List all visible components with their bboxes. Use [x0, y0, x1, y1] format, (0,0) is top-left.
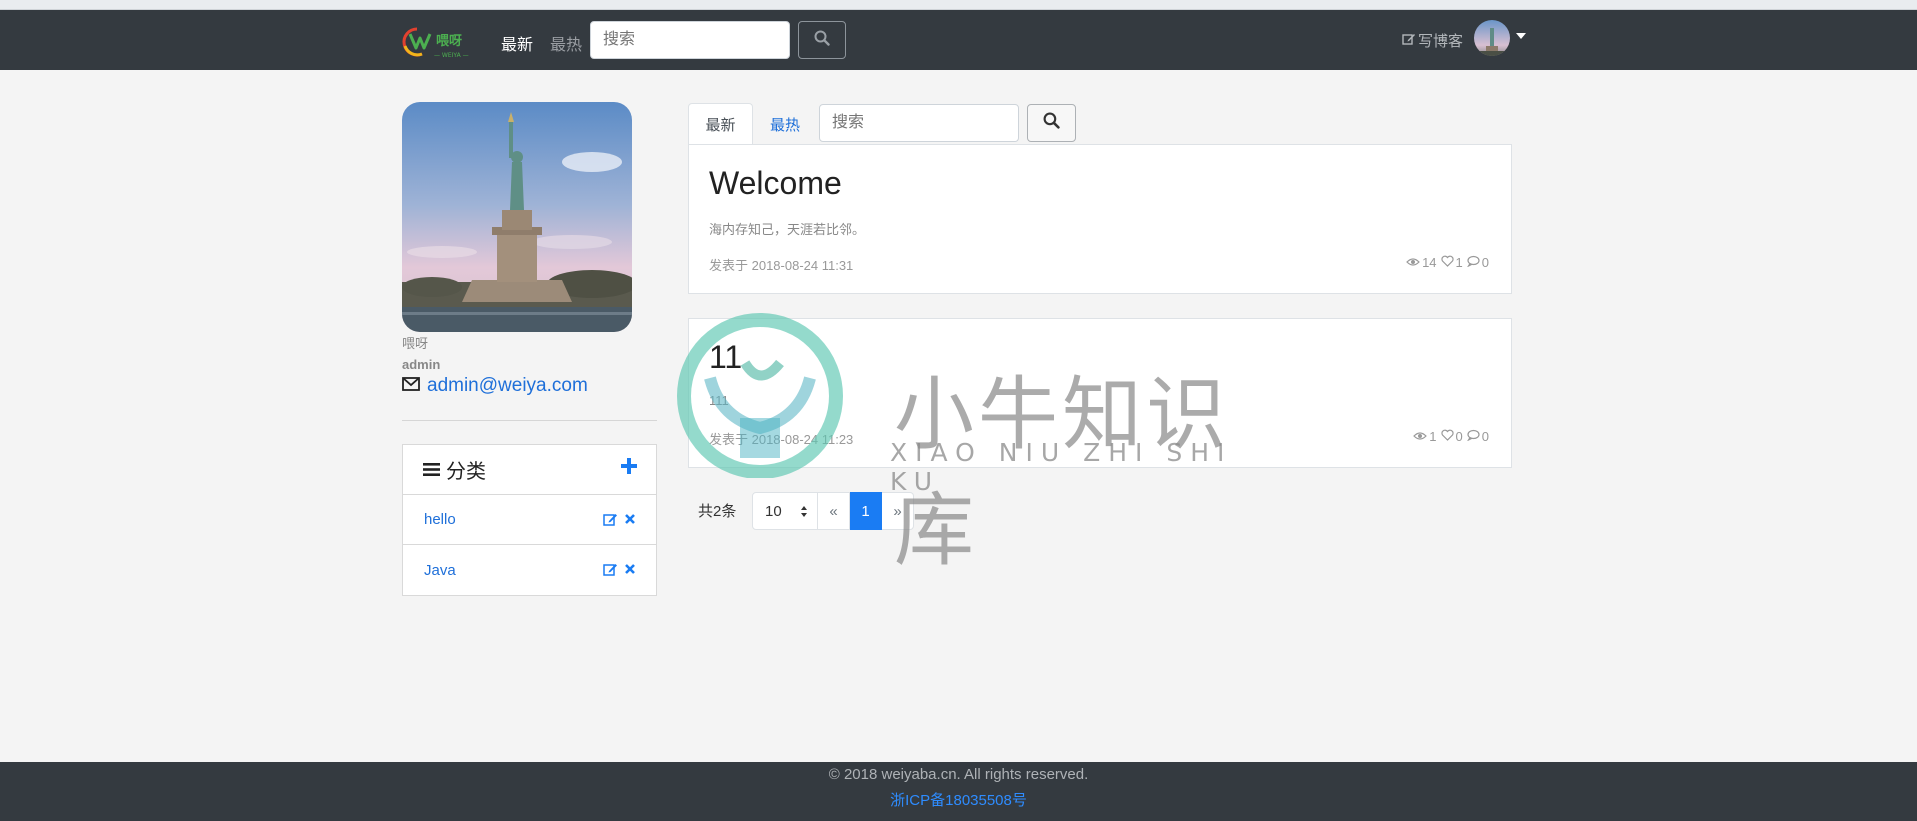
eye-icon	[1413, 429, 1428, 444]
like-count: 0	[1455, 429, 1463, 444]
heart-icon	[1440, 429, 1454, 444]
edit-icon[interactable]	[603, 512, 618, 530]
tab-new[interactable]: 最新	[688, 103, 753, 144]
sidebar-divider	[402, 420, 657, 421]
category-item-label[interactable]: Java	[424, 562, 456, 579]
post-excerpt: 111	[709, 393, 729, 408]
nav-search-button[interactable]	[798, 21, 846, 59]
plus-icon[interactable]	[620, 457, 638, 481]
heart-icon	[1440, 255, 1454, 270]
profile-email-row: admin@weiya.com	[402, 375, 588, 397]
category-title: 分类	[446, 461, 486, 483]
category-header: 分类	[403, 445, 656, 495]
post-stats: 1 0 0	[1413, 429, 1491, 444]
profile-email[interactable]: admin@weiya.com	[427, 375, 588, 397]
caret-down-icon[interactable]	[1516, 33, 1526, 39]
nav-tab-new[interactable]: 最新	[501, 31, 533, 55]
category-item[interactable]: hello	[403, 495, 656, 545]
like-count: 1	[1455, 255, 1463, 270]
browser-top-strip	[0, 0, 1917, 10]
footer-copyright: © 2018 weiyaba.cn. All rights reserved.	[828, 766, 1089, 783]
user-avatar[interactable]	[1474, 20, 1510, 56]
write-blog-link[interactable]: 写博客	[1402, 30, 1463, 51]
post-search-button[interactable]	[1027, 104, 1076, 142]
post-date: 发表于 2018-08-24 11:31	[709, 258, 854, 273]
category-item-label[interactable]: hello	[424, 511, 456, 528]
comment-icon	[1466, 429, 1480, 444]
top-navbar: 喂呀 — WEIYA — 最新 最热 写博客	[0, 10, 1917, 70]
pagination: 10 « 1 »	[752, 492, 914, 530]
tab-hot[interactable]: 最热	[770, 114, 800, 135]
edit-icon[interactable]	[603, 562, 618, 580]
write-blog-label: 写博客	[1418, 33, 1464, 50]
post-search-input[interactable]	[819, 104, 1019, 142]
post-stats: 14 1 0	[1406, 255, 1491, 270]
comment-icon	[1466, 255, 1480, 270]
post-excerpt: 海内存知己，天涯若比邻。	[709, 222, 866, 237]
page-size-select[interactable]: 10	[752, 492, 818, 530]
category-panel: 分类 hello Java	[402, 444, 657, 596]
view-count: 1	[1429, 429, 1437, 444]
nav-search-input[interactable]	[590, 21, 790, 59]
svg-text:— WEIYA —: — WEIYA —	[434, 52, 469, 59]
profile-nickname: 喂呀	[402, 336, 429, 351]
post-card[interactable]: 11 111 发表于 2018-08-24 11:23 1 0 0	[688, 318, 1512, 468]
category-item[interactable]: Java	[403, 545, 656, 595]
svg-text:喂呀: 喂呀	[436, 34, 462, 49]
nav-tab-hot[interactable]: 最热	[550, 31, 582, 55]
footer: © 2018 weiyaba.cn. All rights reserved. …	[0, 762, 1917, 821]
pagination-next[interactable]: »	[882, 492, 914, 530]
eye-icon	[1406, 255, 1420, 270]
weiya-logo-icon[interactable]: 喂呀 — WEIYA —	[400, 24, 475, 60]
bars-icon	[423, 462, 440, 477]
post-title[interactable]: Welcome	[709, 165, 842, 202]
pagination-total: 共2条	[698, 503, 737, 520]
post-date: 发表于 2018-08-24 11:23	[709, 432, 854, 447]
envelope-icon	[402, 375, 420, 397]
edit-icon	[1402, 32, 1416, 50]
times-icon[interactable]	[624, 512, 636, 530]
view-count: 14	[1422, 255, 1437, 270]
comment-count: 0	[1481, 255, 1489, 270]
profile-photo	[402, 102, 632, 332]
pagination-prev[interactable]: «	[818, 492, 850, 530]
post-card[interactable]: Welcome 海内存知己，天涯若比邻。 发表于 2018-08-24 11:3…	[688, 144, 1512, 294]
times-icon[interactable]	[624, 562, 636, 580]
footer-icp-link[interactable]: 浙ICP备18035508号	[0, 789, 1917, 810]
pagination-page-current[interactable]: 1	[850, 492, 882, 530]
comment-count: 0	[1481, 429, 1489, 444]
search-icon	[814, 30, 830, 51]
select-arrows-icon	[800, 505, 808, 522]
profile-username: admin	[402, 357, 441, 372]
page-size-value: 10	[765, 502, 782, 520]
search-icon	[1043, 112, 1060, 134]
post-title[interactable]: 11	[709, 339, 742, 376]
